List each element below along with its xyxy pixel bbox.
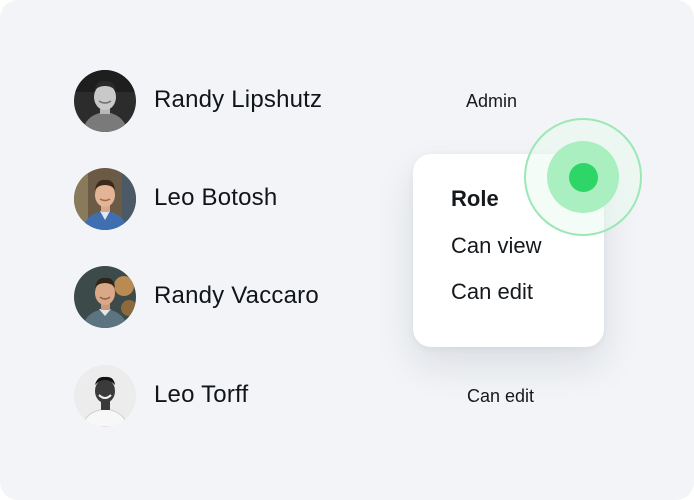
member-role[interactable]: Admin — [466, 91, 517, 112]
menu-item-can-edit[interactable]: Can edit — [451, 279, 533, 305]
person-avatar-icon — [74, 365, 136, 427]
member-name: Randy Vaccaro — [154, 282, 319, 309]
person-avatar-icon — [74, 168, 136, 230]
menu-item-can-view[interactable]: Can view — [451, 233, 541, 259]
members-panel: Randy Lipshutz Admin Leo Botosh Randy Va… — [0, 0, 694, 500]
click-indicator-dot — [569, 163, 598, 192]
person-avatar-icon — [74, 70, 136, 132]
person-avatar-icon — [74, 266, 136, 328]
member-role[interactable]: Can edit — [467, 386, 534, 407]
member-row: Leo Torff Can edit — [0, 365, 694, 429]
member-name: Randy Lipshutz — [154, 86, 323, 113]
menu-header-role: Role — [451, 186, 499, 211]
member-name: Leo Botosh — [154, 184, 278, 211]
member-name: Leo Torff — [154, 381, 249, 408]
